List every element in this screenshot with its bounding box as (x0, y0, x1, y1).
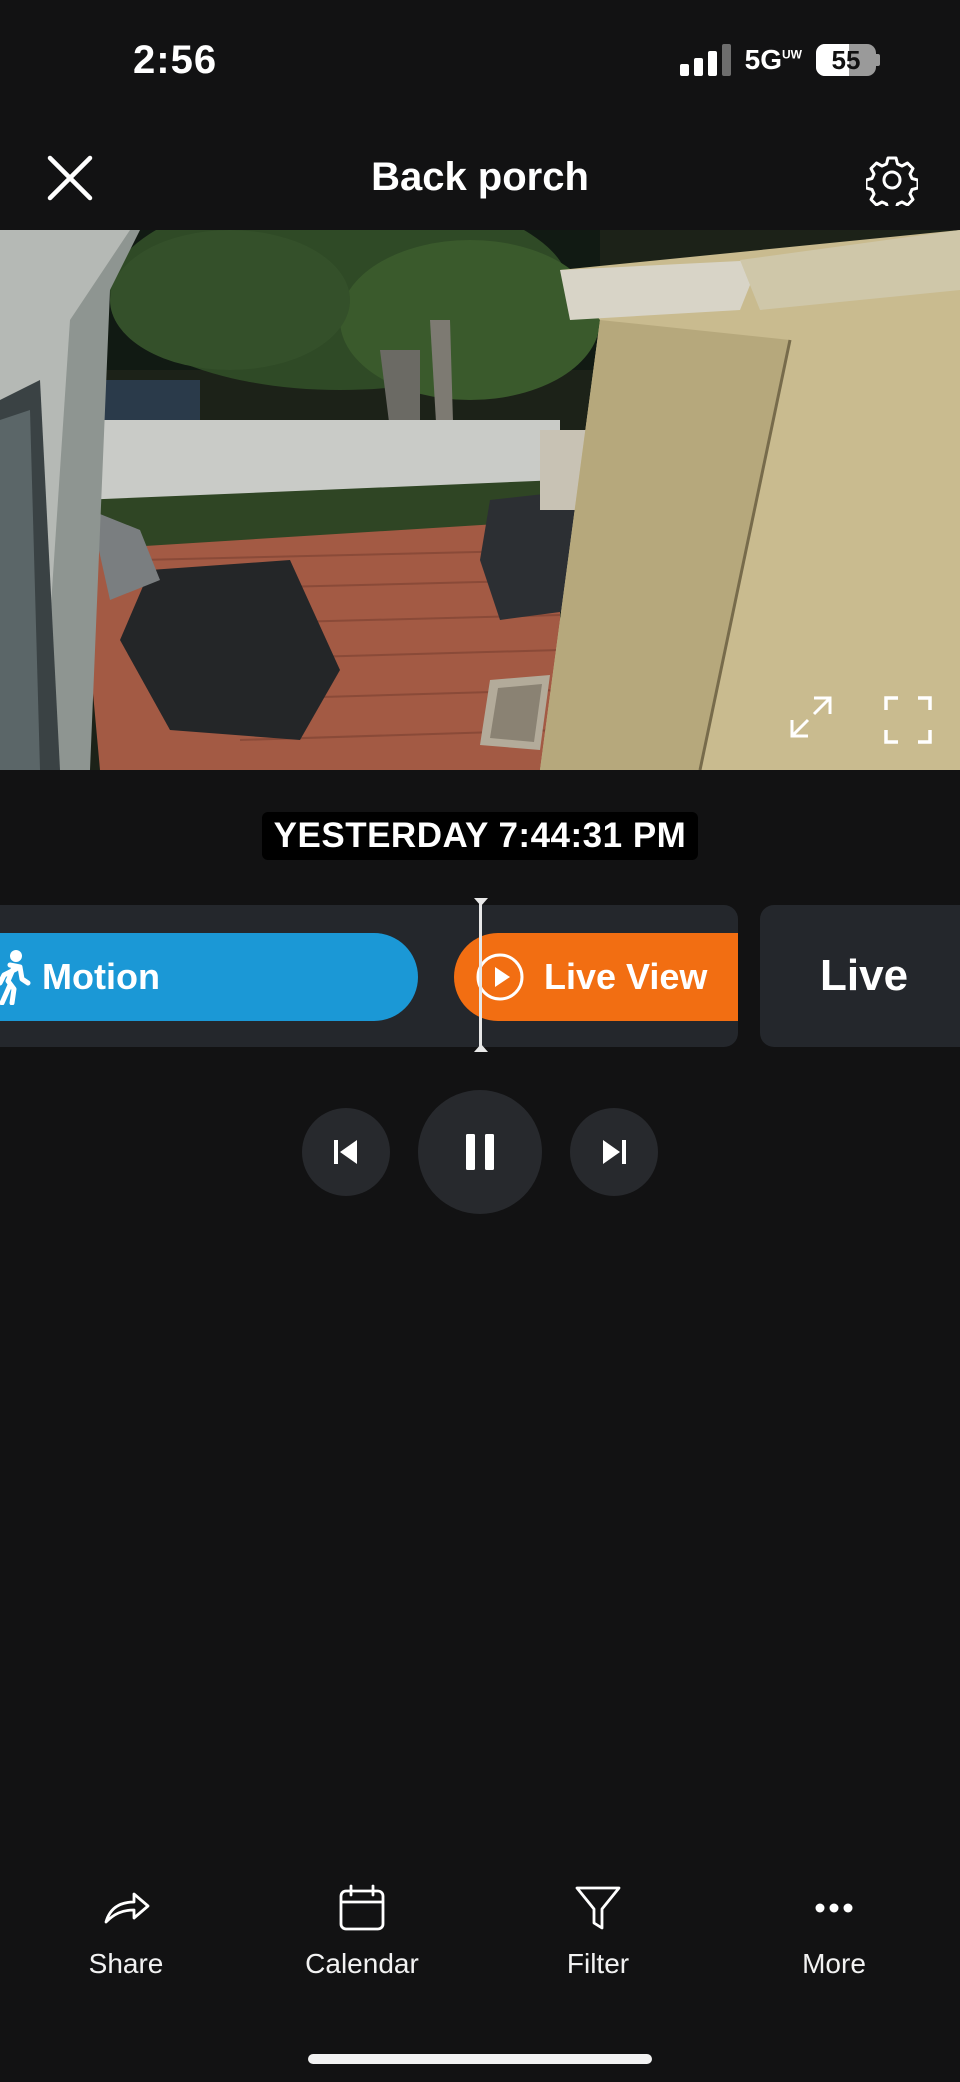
motion-event-label: Motion (42, 956, 160, 997)
timeline-playhead[interactable] (479, 900, 482, 1052)
gear-icon (864, 156, 920, 212)
pause-icon (466, 1134, 494, 1170)
status-indicators: 5GUW 55 (679, 44, 880, 76)
live-view-event[interactable]: Live View (454, 933, 738, 1021)
playhead-bottom-cap (474, 1044, 488, 1052)
person-walking-icon (0, 950, 31, 1005)
nav-filter[interactable]: Filter (508, 1882, 688, 1980)
timestamp-container: YESTERDAY 7:44:31 PM (0, 812, 960, 860)
expand-button[interactable] (788, 694, 834, 740)
page-title: Back porch (371, 155, 589, 199)
nav-calendar[interactable]: Calendar (272, 1882, 452, 1980)
network-suffix: UW (782, 47, 802, 62)
network-label: 5G (744, 44, 782, 75)
network-indicator: 5GUW (745, 44, 802, 76)
expand-icon (790, 696, 832, 738)
motion-event[interactable]: Motion (0, 933, 418, 1021)
fullscreen-icon (884, 696, 932, 744)
calendar-icon (339, 1884, 385, 1931)
nav-calendar-label: Calendar (305, 1948, 419, 1979)
event-timeline[interactable]: Motion Live View (0, 905, 738, 1047)
status-time: 2:56 (133, 38, 218, 82)
fullscreen-button[interactable] (882, 694, 934, 746)
skip-next-icon (603, 1140, 626, 1164)
settings-button[interactable] (864, 154, 920, 212)
nav-filter-label: Filter (566, 1948, 630, 1979)
playhead-top-cap (474, 898, 488, 906)
skip-previous-icon (334, 1140, 357, 1164)
nav-share-label: Share (88, 1948, 164, 1979)
battery-icon: 55 (816, 44, 880, 76)
filter-icon (575, 1886, 621, 1930)
live-view-event-label: Live View (544, 956, 708, 997)
previous-event-button[interactable] (302, 1108, 390, 1196)
live-button[interactable]: Live (760, 905, 960, 1047)
share-icon (104, 1892, 150, 1924)
pause-button[interactable] (418, 1090, 542, 1214)
more-icon (815, 1903, 853, 1913)
live-label: Live (820, 951, 909, 1000)
home-indicator[interactable] (308, 2054, 652, 2064)
camera-scene (0, 230, 960, 770)
signal-icon (679, 44, 731, 76)
event-timestamp: YESTERDAY 7:44:31 PM (261, 812, 699, 860)
next-event-button[interactable] (570, 1108, 658, 1196)
nav-more-label: More (802, 1948, 866, 1979)
nav-share[interactable]: Share (36, 1882, 216, 1980)
battery-level: 55 (831, 44, 861, 75)
camera-feed[interactable] (0, 230, 960, 770)
nav-more[interactable]: More (744, 1882, 924, 1980)
